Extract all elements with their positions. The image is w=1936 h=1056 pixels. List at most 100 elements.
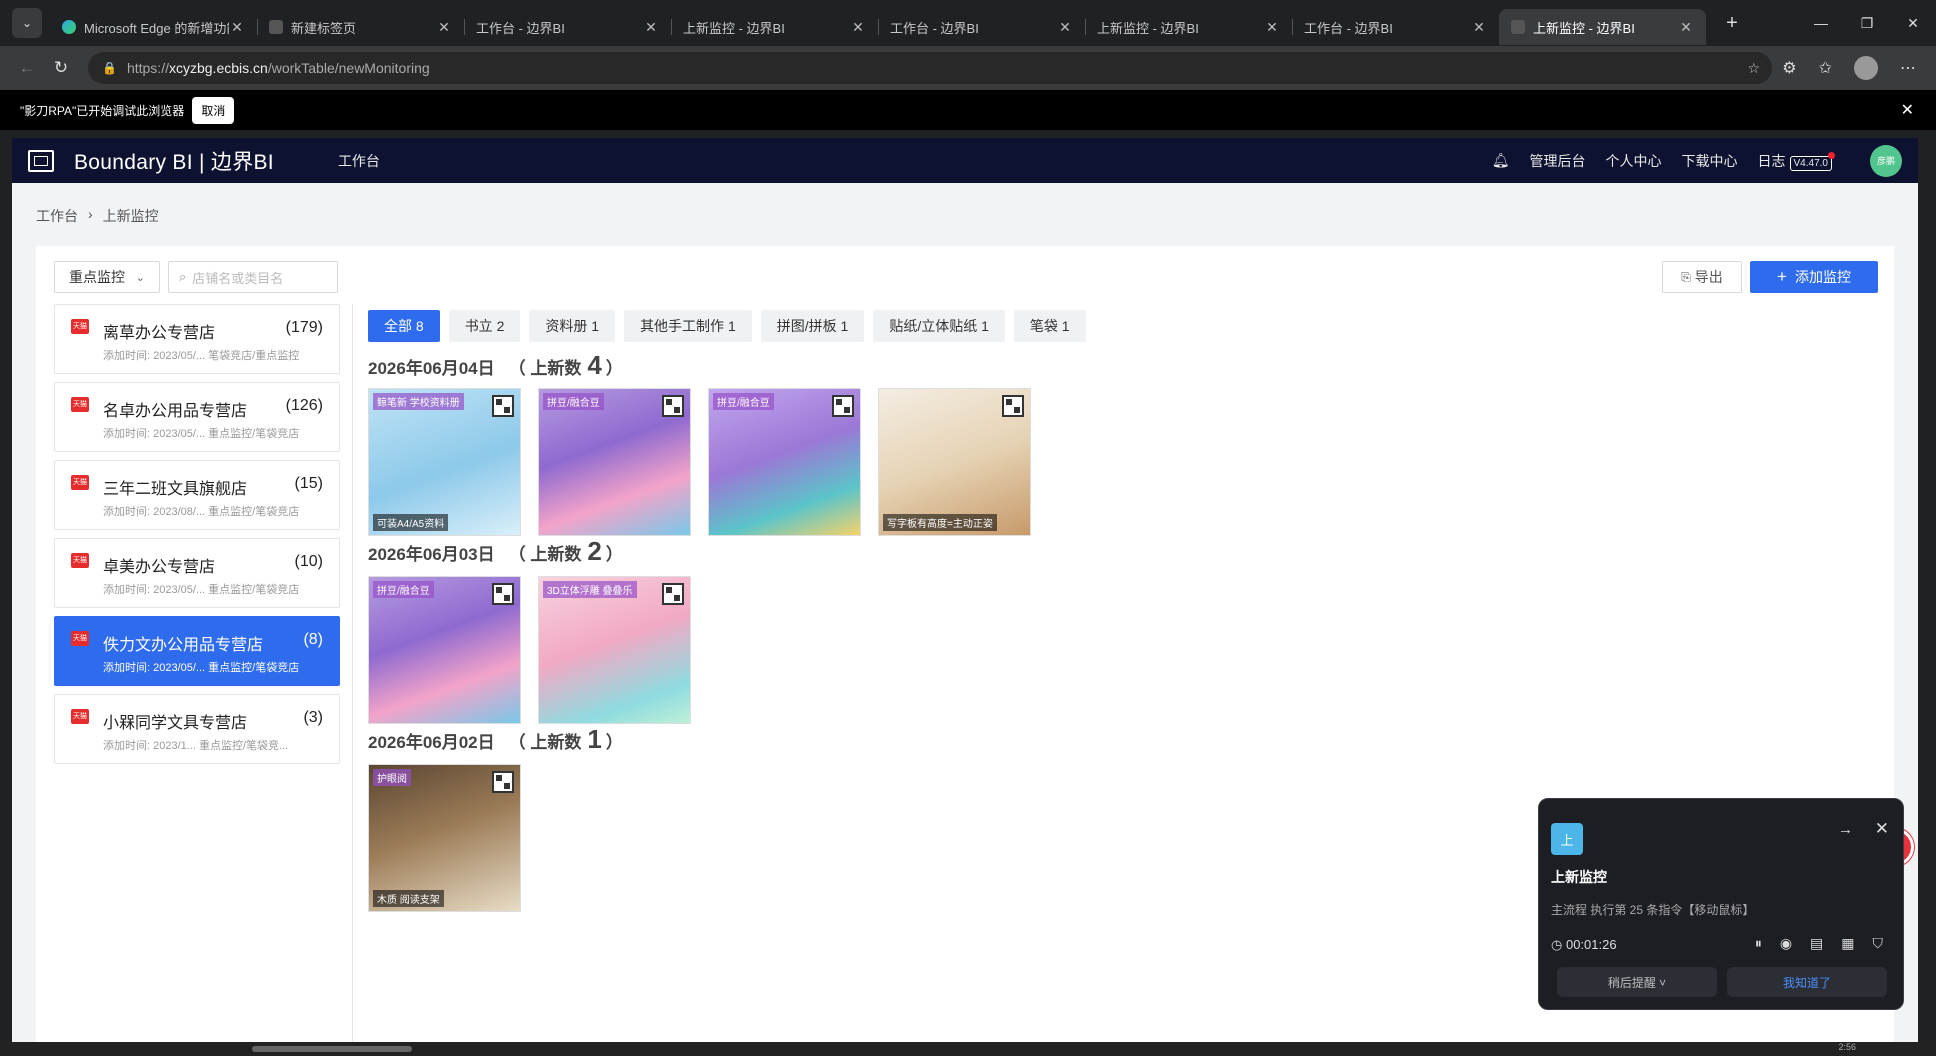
nav-workbench[interactable]: 工作台: [338, 151, 380, 171]
tab-close-icon[interactable]: ✕: [229, 19, 245, 36]
store-item[interactable]: 天猫 三年二班文具旗舰店 (15) 添加时间: 2023/08/... 重点监控/笔袋…: [54, 460, 340, 530]
table-icon[interactable]: ▦: [1841, 935, 1854, 952]
tab-actions-menu-button[interactable]: ⌄: [12, 8, 42, 38]
back-icon[interactable]: ←: [10, 58, 44, 78]
user-avatar[interactable]: 彦鹏: [1870, 144, 1902, 177]
monitor-type-select[interactable]: 重点监控 ⌄: [54, 261, 160, 293]
store-item[interactable]: 天猫 佚力文办公用品专营店 (8) 添加时间: 2023/05/... 重点监控/笔袋…: [54, 616, 340, 686]
nav-admin[interactable]: 管理后台: [1530, 151, 1586, 171]
tab-close-icon[interactable]: ✕: [1471, 19, 1487, 36]
divider: [352, 304, 353, 1042]
profile-avatar[interactable]: [1854, 56, 1878, 80]
category-tab[interactable]: 拼图/拼板 1: [760, 310, 865, 342]
tab-close-icon[interactable]: ✕: [1264, 19, 1280, 36]
add-monitor-button[interactable]: + 添加监控: [1750, 261, 1878, 293]
chevron-right-icon: ›: [88, 206, 93, 222]
breadcrumb-workbench[interactable]: 工作台: [36, 206, 78, 226]
rpa-step: 主流程 执行第 25 条指令【移动鼠标】: [1551, 903, 1755, 917]
stop-icon[interactable]: ◉: [1780, 935, 1792, 952]
tmall-icon: 天猫: [71, 553, 89, 568]
pause-icon[interactable]: ⏸︎: [1755, 935, 1762, 952]
favorites-icon[interactable]: ✩: [1819, 58, 1832, 78]
store-item[interactable]: 天猫 卓美办公专营店 (10) 添加时间: 2023/05/... 重点监控/笔袋竞店: [54, 538, 340, 608]
minimize-icon[interactable]: —: [1798, 15, 1844, 31]
store-item[interactable]: 天猫 小槑同学文具专营店 (3) 添加时间: 2023/1... 重点监控/笔袋竞..…: [54, 694, 340, 764]
tab-title: 上新监控 - 边界BI: [1097, 20, 1199, 36]
store-name: 离草办公专营店: [103, 325, 216, 342]
shield-icon[interactable]: ⛉: [1873, 935, 1884, 952]
refresh-icon[interactable]: ↻: [44, 58, 78, 78]
product-thumbnail[interactable]: 护眼阅 木质 阅读支架: [368, 764, 521, 912]
qr-code-icon[interactable]: [662, 395, 684, 417]
qr-code-icon[interactable]: [832, 395, 854, 417]
infobar-close-icon[interactable]: ✕: [1901, 100, 1914, 120]
extensions-icon[interactable]: ⚙: [1782, 58, 1796, 78]
log-icon[interactable]: ▤: [1810, 935, 1823, 952]
export-button[interactable]: ⎘ 导出: [1662, 261, 1742, 293]
qr-code-icon[interactable]: [492, 583, 514, 605]
product-badge: 拼豆/融合豆: [543, 393, 604, 410]
tab-close-icon[interactable]: ✕: [643, 19, 659, 36]
new-count: 2: [587, 536, 602, 566]
qr-code-icon[interactable]: [662, 583, 684, 605]
nav-download-center[interactable]: 下载中心: [1682, 151, 1738, 171]
product-thumbnails: 拼豆/融合豆 3D立体浮雕 叠叠乐: [368, 576, 691, 724]
page-icon: [269, 20, 283, 34]
category-tab[interactable]: 资料册 1: [529, 310, 616, 342]
store-count: (10): [294, 553, 323, 570]
browser-tab[interactable]: 新建标签页 ✕: [257, 9, 464, 45]
browser-tab[interactable]: Microsoft Edge 的新增功能 ✕: [50, 9, 257, 45]
close-window-icon[interactable]: ✕: [1890, 15, 1936, 32]
category-tab[interactable]: 书立 2: [448, 310, 521, 342]
browser-tab[interactable]: 工作台 - 边界BI ✕: [1292, 9, 1499, 45]
tab-close-icon[interactable]: ✕: [1678, 19, 1694, 36]
window-controls: — ❐ ✕: [1798, 0, 1936, 46]
product-thumbnail[interactable]: 3D立体浮雕 叠叠乐: [538, 576, 691, 724]
bell-icon[interactable]: 🔔︎: [1492, 152, 1510, 169]
product-badge: 拼豆/融合豆: [713, 393, 774, 410]
restore-icon[interactable]: ❐: [1844, 15, 1890, 32]
browser-tab[interactable]: 上新监控 - 边界BI ✕: [671, 9, 878, 45]
new-tab-button[interactable]: +: [1718, 12, 1746, 35]
chevron-down-icon: ⌄: [135, 271, 145, 284]
store-item[interactable]: 天猫 离草办公专营店 (179) 添加时间: 2023/05/... 笔袋竞店/重点监…: [54, 304, 340, 374]
category-tab[interactable]: 其他手工制作 1: [624, 310, 752, 342]
browser-tab[interactable]: 上新监控 - 边界BI ✕: [1085, 9, 1292, 45]
product-thumbnail[interactable]: 拼豆/融合豆: [538, 388, 691, 536]
product-badge: 拼豆/融合豆: [373, 581, 434, 598]
qr-code-icon[interactable]: [1002, 395, 1024, 417]
more-menu-icon[interactable]: ⋯: [1900, 58, 1916, 78]
browser-tab[interactable]: 上新监控 - 边界BI ✕: [1499, 9, 1706, 45]
store-meta: 添加时间: 2023/08/... 重点监控/笔袋竞店: [103, 506, 300, 518]
clock-text: 2:56: [1838, 1042, 1856, 1052]
nav-personal-center[interactable]: 个人中心: [1606, 151, 1662, 171]
product-thumbnail[interactable]: 拼豆/融合豆: [708, 388, 861, 536]
category-tab[interactable]: 贴纸/立体贴纸 1: [873, 310, 1005, 342]
product-thumbnail[interactable]: 写字板有高度=主动正姿: [878, 388, 1031, 536]
tab-close-icon[interactable]: ✕: [850, 19, 866, 36]
browser-tab[interactable]: 工作台 - 边界BI ✕: [464, 9, 671, 45]
tab-close-icon[interactable]: ✕: [436, 19, 452, 36]
nav-log[interactable]: 日志 V4.47.0: [1758, 151, 1832, 171]
rpa-title: 上新监控: [1551, 869, 1607, 885]
store-item[interactable]: 天猫 名卓办公用品专营店 (126) 添加时间: 2023/05/... 重点监控/笔…: [54, 382, 340, 452]
product-thumbnail[interactable]: 鲸笔新 学校资料册 可装A4/A5资料: [368, 388, 521, 536]
store-search-input[interactable]: ⌕ 店铺名或类目名: [168, 261, 338, 293]
remind-later-button[interactable]: 稍后提醒 ˅: [1557, 967, 1717, 997]
infobar-cancel-button[interactable]: 取消: [192, 96, 235, 124]
group-date: 2026年06月04日: [368, 359, 495, 378]
close-icon[interactable]: ✕: [1875, 819, 1889, 839]
product-thumbnail[interactable]: 拼豆/融合豆: [368, 576, 521, 724]
qr-code-icon[interactable]: [492, 395, 514, 417]
tab-close-icon[interactable]: ✕: [1057, 19, 1073, 36]
arrow-right-icon[interactable]: →: [1838, 821, 1853, 838]
got-it-button[interactable]: 我知道了: [1727, 967, 1887, 997]
category-tab[interactable]: 笔袋 1: [1013, 310, 1086, 342]
browser-tab[interactable]: 工作台 - 边界BI ✕: [878, 9, 1085, 45]
category-tab[interactable]: 全部 8: [368, 310, 440, 342]
qr-code-icon[interactable]: [492, 771, 514, 793]
horizontal-scrollbar[interactable]: [252, 1046, 412, 1052]
url-input[interactable]: 🔒 https://xcyzbg.ecbis.cn/workTable/newM…: [88, 52, 1772, 84]
favorite-star-icon[interactable]: ☆: [1747, 60, 1760, 77]
clock-icon: ◷: [1551, 937, 1563, 952]
